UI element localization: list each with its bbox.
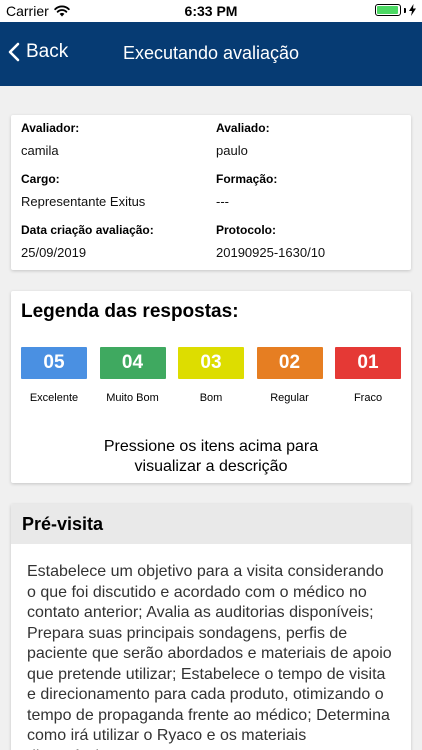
legend-hint-line-1: Pressione os itens acima para (103, 438, 319, 455)
legend-label-excelente: Excelente (29, 392, 79, 404)
formacao-field: Formação: --- (216, 172, 277, 209)
legend-box-02: 02 (256, 347, 323, 379)
legend-item-regular[interactable]: 02 Regular (256, 347, 323, 404)
page-title: Executando avaliação (122, 43, 300, 63)
legend-box-03: 03 (178, 347, 244, 379)
navigation-bar: Back Executando avaliação (0, 22, 422, 86)
cargo-label: Cargo: (21, 172, 60, 186)
legend-label-bom: Bom (199, 392, 223, 404)
section-title: Pré-visita (11, 504, 411, 544)
data-criacao-label: Data criação avaliação: (21, 223, 154, 237)
avaliado-field: Avaliado: paulo (216, 121, 270, 158)
legend-hint: Pressione os itens acima para visualizar… (11, 437, 411, 477)
cargo-field: Cargo: Representante Exitus (21, 172, 145, 209)
legend-label-regular: Regular (270, 392, 309, 404)
avaliador-label: Avaliador: (21, 121, 80, 135)
charging-bolt-icon (409, 4, 416, 16)
legend-item-fraco[interactable]: 01 Fraco (335, 347, 401, 404)
legend-hint-line-2: visualizar a descrição (134, 458, 288, 475)
status-time: 6:33 PM (184, 3, 238, 19)
question-section-card: Pré-visita Estabelece um objetivo para a… (11, 504, 411, 750)
protocolo-field: Protocolo: 20190925-1630/10 (216, 223, 325, 260)
data-criacao-value: 25/09/2019 (21, 245, 87, 260)
legend-title: Legenda das respostas: (21, 301, 239, 322)
legend-item-excelente[interactable]: 05 Excelente (21, 347, 87, 404)
evaluation-info-card: Avaliador: camila Avaliado: paulo Cargo:… (11, 115, 411, 270)
legend-items: 05 Excelente 04 Muito Bom 03 Bom 02 Regu… (21, 347, 401, 404)
status-right (375, 4, 416, 16)
section-description: Estabelece um objetivo para a visita con… (27, 563, 392, 750)
battery-icon (375, 4, 401, 16)
battery-level (377, 6, 398, 14)
legend-box-04: 04 (99, 347, 166, 379)
legend-box-05: 05 (21, 347, 87, 379)
legend-label-fraco: Fraco (353, 392, 383, 404)
protocolo-label: Protocolo: (216, 223, 276, 237)
protocolo-value: 20190925-1630/10 (216, 245, 326, 260)
legend-item-bom[interactable]: 03 Bom (178, 347, 244, 404)
avaliador-value: camila (21, 143, 59, 158)
data-criacao-field: Data criação avaliação: 25/09/2019 (21, 223, 154, 260)
cargo-value: Representante Exitus (21, 194, 146, 209)
legend-label-muito-bom: Muito Bom (106, 392, 159, 404)
status-bar: Carrier 6:33 PM (0, 0, 422, 22)
answer-legend-card: Legenda das respostas: 05 Excelente 04 M… (11, 291, 411, 483)
avaliador-field: Avaliador: camila (21, 121, 79, 158)
avaliado-label: Avaliado: (216, 121, 270, 135)
legend-item-muito-bom[interactable]: 04 Muito Bom (99, 347, 166, 404)
battery-cap (404, 7, 406, 13)
legend-box-01: 01 (335, 347, 401, 379)
formacao-label: Formação: (216, 172, 278, 186)
formacao-value: --- (216, 194, 229, 209)
avaliado-value: paulo (216, 143, 248, 158)
